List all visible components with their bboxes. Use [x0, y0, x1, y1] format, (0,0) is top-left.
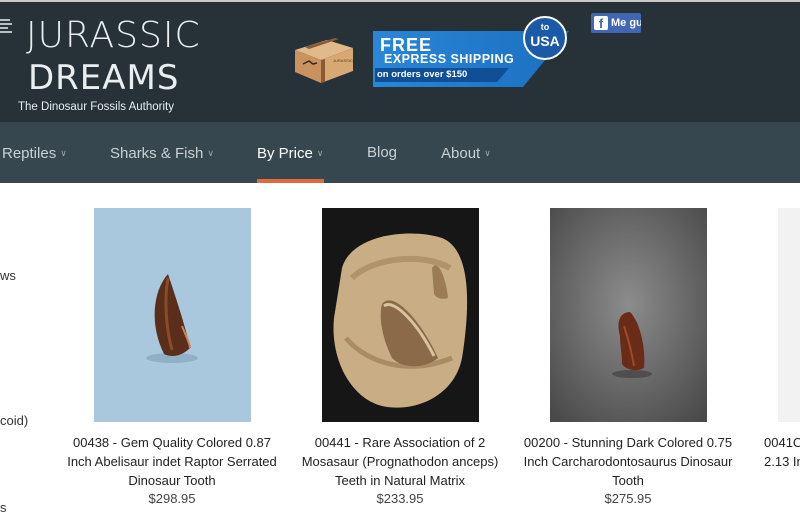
nav-item-sharks-fish[interactable]: Sharks & Fish ∨ [110, 122, 214, 183]
shipping-box-icon: JURASSIC [295, 38, 353, 83]
product-image-partial[interactable] [778, 208, 800, 422]
product-title[interactable]: 0041C 2.13 In [764, 433, 800, 471]
product-card[interactable]: 0041C 2.13 In [750, 208, 800, 508]
product-title[interactable]: 00438 - Gem Quality Colored 0.87 Inch Ab… [66, 433, 278, 490]
product-price: $298.95 [148, 491, 196, 506]
main-navigation: Reptiles ∨ Sharks & Fish ∨ By Price ∨ Blog … [0, 122, 800, 183]
usa-badge-label: USA [530, 33, 560, 49]
product-image-carcharodontosaurus-tooth[interactable] [550, 208, 707, 422]
nav-item-blog[interactable]: Blog [367, 122, 397, 183]
nav-item-about[interactable]: About ∨ [441, 122, 491, 183]
nav-item-reptiles[interactable]: Reptiles ∨ [2, 122, 67, 183]
usa-badge-to: to [540, 22, 550, 32]
product-price: $275.95 [604, 491, 652, 506]
svg-text:JURASSIC: JURASSIC [333, 58, 353, 63]
promo-express-text: EXPRESS SHIPPING [384, 52, 515, 66]
chevron-down-icon: ∨ [316, 148, 324, 158]
sidebar-link[interactable]: coid) [0, 413, 28, 428]
product-image-abelisaur-tooth[interactable] [94, 208, 251, 422]
product-title[interactable]: 00441 - Rare Association of 2 Mosasaur (… [294, 433, 506, 490]
promo-orders-text: on orders over $150 [377, 69, 468, 80]
logo-tagline: The Dinosaur Fossils Authority [18, 101, 174, 113]
product-image-mosasaur-matrix[interactable] [322, 208, 479, 422]
facebook-like-label: Me gu [611, 17, 641, 29]
nav-item-by-price[interactable]: By Price ∨ [257, 122, 323, 183]
chevron-down-icon: ∨ [207, 148, 214, 158]
nav-item-label: By Price [257, 145, 313, 162]
logo-text-jurassic[interactable]: JURASSIC [26, 16, 201, 56]
product-title[interactable]: 00200 - Stunning Dark Colored 0.75 Inch … [522, 433, 734, 490]
site-header: JURASSIC DREAMS The Dinosaur Fossils Aut… [0, 0, 800, 122]
logo-text-dreams[interactable]: DREAMS [28, 59, 179, 97]
sidebar-link[interactable]: s [0, 500, 7, 515]
facebook-like-button[interactable]: f Me gu [591, 13, 641, 33]
active-nav-indicator [257, 179, 324, 183]
nav-item-label: About [441, 145, 481, 162]
nav-item-label: Blog [367, 144, 398, 161]
nav-item-label: Sharks & Fish [110, 145, 204, 162]
chevron-down-icon: ∨ [60, 148, 67, 158]
sidebar-link[interactable]: ws [0, 268, 16, 283]
dinosaur-logo-icon [0, 19, 12, 33]
nav-item-label: Reptiles [2, 145, 57, 162]
top-divider [0, 0, 800, 2]
product-price: $233.95 [376, 491, 424, 506]
chevron-down-icon: ∨ [484, 148, 491, 158]
facebook-icon: f [594, 16, 608, 31]
usa-badge: to USA [523, 16, 567, 60]
